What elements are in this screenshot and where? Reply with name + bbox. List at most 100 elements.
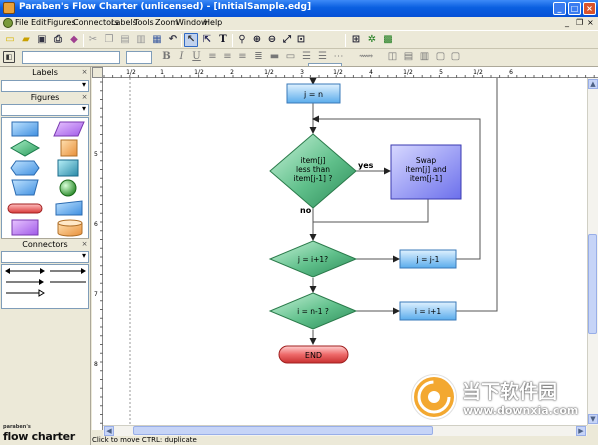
process-decrement-j[interactable]: j = j-1 — [399, 249, 457, 269]
horizontal-scroll-thumb[interactable] — [133, 426, 433, 435]
align-left-icon[interactable]: ≡ — [206, 51, 219, 64]
vertical-scroll-thumb[interactable] — [588, 234, 597, 334]
figure-rectangle[interactable] — [11, 121, 39, 137]
process-increment-i[interactable]: i = i+1 — [399, 301, 457, 321]
figures-dropdown[interactable] — [1, 104, 89, 116]
ungroup-icon[interactable]: ▢ — [449, 51, 462, 64]
document-icon[interactable] — [3, 18, 13, 28]
bring-front-icon[interactable]: ▥ — [418, 51, 431, 64]
figure-square[interactable] — [57, 159, 79, 177]
text-tool-icon[interactable]: T — [216, 33, 230, 47]
figure-card[interactable] — [11, 219, 39, 236]
minimize-button[interactable]: _ — [553, 2, 566, 15]
fill-color-icon[interactable]: ▬ — [268, 51, 281, 64]
figure-document[interactable] — [60, 139, 78, 157]
connector-arrow-right[interactable] — [50, 268, 86, 274]
zoom-in-icon[interactable]: ⊕ — [250, 33, 264, 47]
title-bar[interactable]: Paraben's Flow Charter (unlicensed) - [I… — [0, 0, 598, 17]
group-icon[interactable]: ▢ — [434, 51, 447, 64]
process-swap[interactable]: Swap item[j] and item[j-1] — [390, 144, 462, 200]
save-icon[interactable]: ▣ — [35, 33, 49, 47]
print-icon[interactable]: ⎙ — [51, 33, 65, 47]
menu-labels[interactable]: Labels — [111, 18, 137, 27]
terminator-end[interactable]: END — [278, 345, 349, 364]
eraser-icon[interactable]: ◆ — [67, 33, 81, 47]
menu-figures[interactable]: Figures — [47, 18, 76, 27]
line-color-icon[interactable]: ▭ — [284, 51, 297, 64]
font-size-combo[interactable] — [126, 51, 152, 64]
cut-icon[interactable]: ✂ — [86, 33, 100, 47]
send-back-icon[interactable]: ▤ — [402, 51, 415, 64]
zoom-page-icon[interactable]: ⤢ — [280, 33, 294, 47]
figure-trapezoid[interactable] — [11, 179, 39, 196]
figure-hexagon[interactable] — [10, 160, 40, 176]
figure-circle[interactable] — [59, 179, 77, 197]
mdi-minimize-button[interactable]: _ — [565, 18, 569, 27]
diagram-canvas[interactable]: j = n item[j] less than item[j-1] ? Swap it… — [103, 78, 587, 425]
align-right-icon[interactable]: ≡ — [236, 51, 249, 64]
underline-button[interactable]: U — [190, 51, 203, 64]
undo-icon[interactable]: ↶ — [166, 33, 180, 47]
process-assign-j[interactable]: j = n — [286, 83, 341, 104]
connector-line[interactable] — [456, 78, 498, 312]
figure-manual-input[interactable] — [55, 200, 83, 216]
connector-arrow-right[interactable] — [6, 279, 44, 285]
scroll-left-arrow-icon[interactable]: ◀ — [104, 426, 114, 436]
connector-double-arrow[interactable] — [5, 268, 45, 274]
zoom-icon[interactable]: ⚲ — [235, 33, 249, 47]
connector-line[interactable] — [313, 199, 429, 223]
menu-tools[interactable]: Tools — [134, 18, 154, 27]
labels-dropdown[interactable] — [1, 80, 89, 92]
ruler-label: 5 — [94, 151, 98, 158]
copy-format-icon[interactable]: ▥ — [134, 33, 148, 47]
zoom-fit-icon[interactable]: ⊡ — [294, 33, 308, 47]
close-icon[interactable]: × — [80, 240, 89, 249]
italic-button[interactable]: I — [175, 51, 188, 64]
layout-icon[interactable]: ▩ — [381, 33, 395, 47]
figure-parallelogram[interactable] — [53, 121, 85, 137]
align-justify-icon[interactable]: ≣ — [252, 51, 265, 64]
scroll-right-arrow-icon[interactable]: ▶ — [576, 426, 586, 436]
figure-terminator[interactable] — [7, 203, 43, 214]
arrow-style-icon[interactable]: ⟿ — [352, 51, 380, 64]
decision-i[interactable]: i = n-1 ? — [268, 292, 358, 330]
shadow-icon[interactable]: ◫ — [386, 51, 399, 64]
new-file-icon[interactable]: ▭ — [3, 33, 17, 47]
decision-compare[interactable]: item[j] less than item[j-1] ? — [269, 133, 357, 209]
menu-window[interactable]: Window — [176, 18, 208, 27]
open-folder-icon[interactable]: ▰ — [19, 33, 33, 47]
mdi-restore-button[interactable]: ❐ — [576, 18, 583, 27]
font-name-combo[interactable] — [22, 51, 120, 64]
menu-file[interactable]: File — [15, 18, 28, 27]
mdi-close-button[interactable]: × — [587, 18, 594, 27]
labels-panel-title: Labels — [32, 68, 58, 77]
figure-diamond[interactable] — [9, 139, 41, 157]
paste-icon[interactable]: ▤ — [118, 33, 132, 47]
maximize-button[interactable]: □ — [568, 2, 581, 15]
menu-help[interactable]: Help — [204, 18, 222, 27]
close-button[interactable]: × — [583, 2, 596, 15]
connector-open-arrow[interactable] — [6, 289, 45, 297]
settings-icon[interactable]: ✲ — [365, 33, 379, 47]
line-dash-icon[interactable]: ⋯ — [332, 51, 345, 64]
panel-toggle-icon[interactable]: ◧ — [3, 51, 15, 63]
menu-zoom[interactable]: Zoom — [155, 18, 178, 27]
copy-icon[interactable]: ❐ — [102, 33, 116, 47]
grid-icon[interactable]: ⊞ — [349, 33, 363, 47]
connectors-dropdown[interactable] — [1, 251, 89, 263]
pointer-tool-icon[interactable]: ↖ — [184, 33, 198, 47]
scroll-up-arrow-icon[interactable]: ▲ — [588, 79, 598, 89]
decision-j[interactable]: j = i+1? — [268, 240, 358, 278]
zoom-out-icon[interactable]: ⊖ — [265, 33, 279, 47]
menu-edit[interactable]: Edit — [31, 18, 47, 27]
align-center-icon[interactable]: ≡ — [221, 51, 234, 64]
close-icon[interactable]: × — [80, 68, 89, 77]
clipboard-icon[interactable]: ▦ — [150, 33, 164, 47]
close-icon[interactable]: × — [80, 93, 89, 102]
scroll-down-arrow-icon[interactable]: ▼ — [588, 414, 598, 424]
line-style-icon[interactable]: ☰ — [300, 51, 313, 64]
bold-button[interactable]: B — [160, 51, 173, 64]
figure-cylinder[interactable] — [57, 219, 83, 237]
line-weight-icon[interactable]: ☰ — [316, 51, 329, 64]
connector-tool-icon[interactable]: ⇱ — [200, 33, 214, 47]
